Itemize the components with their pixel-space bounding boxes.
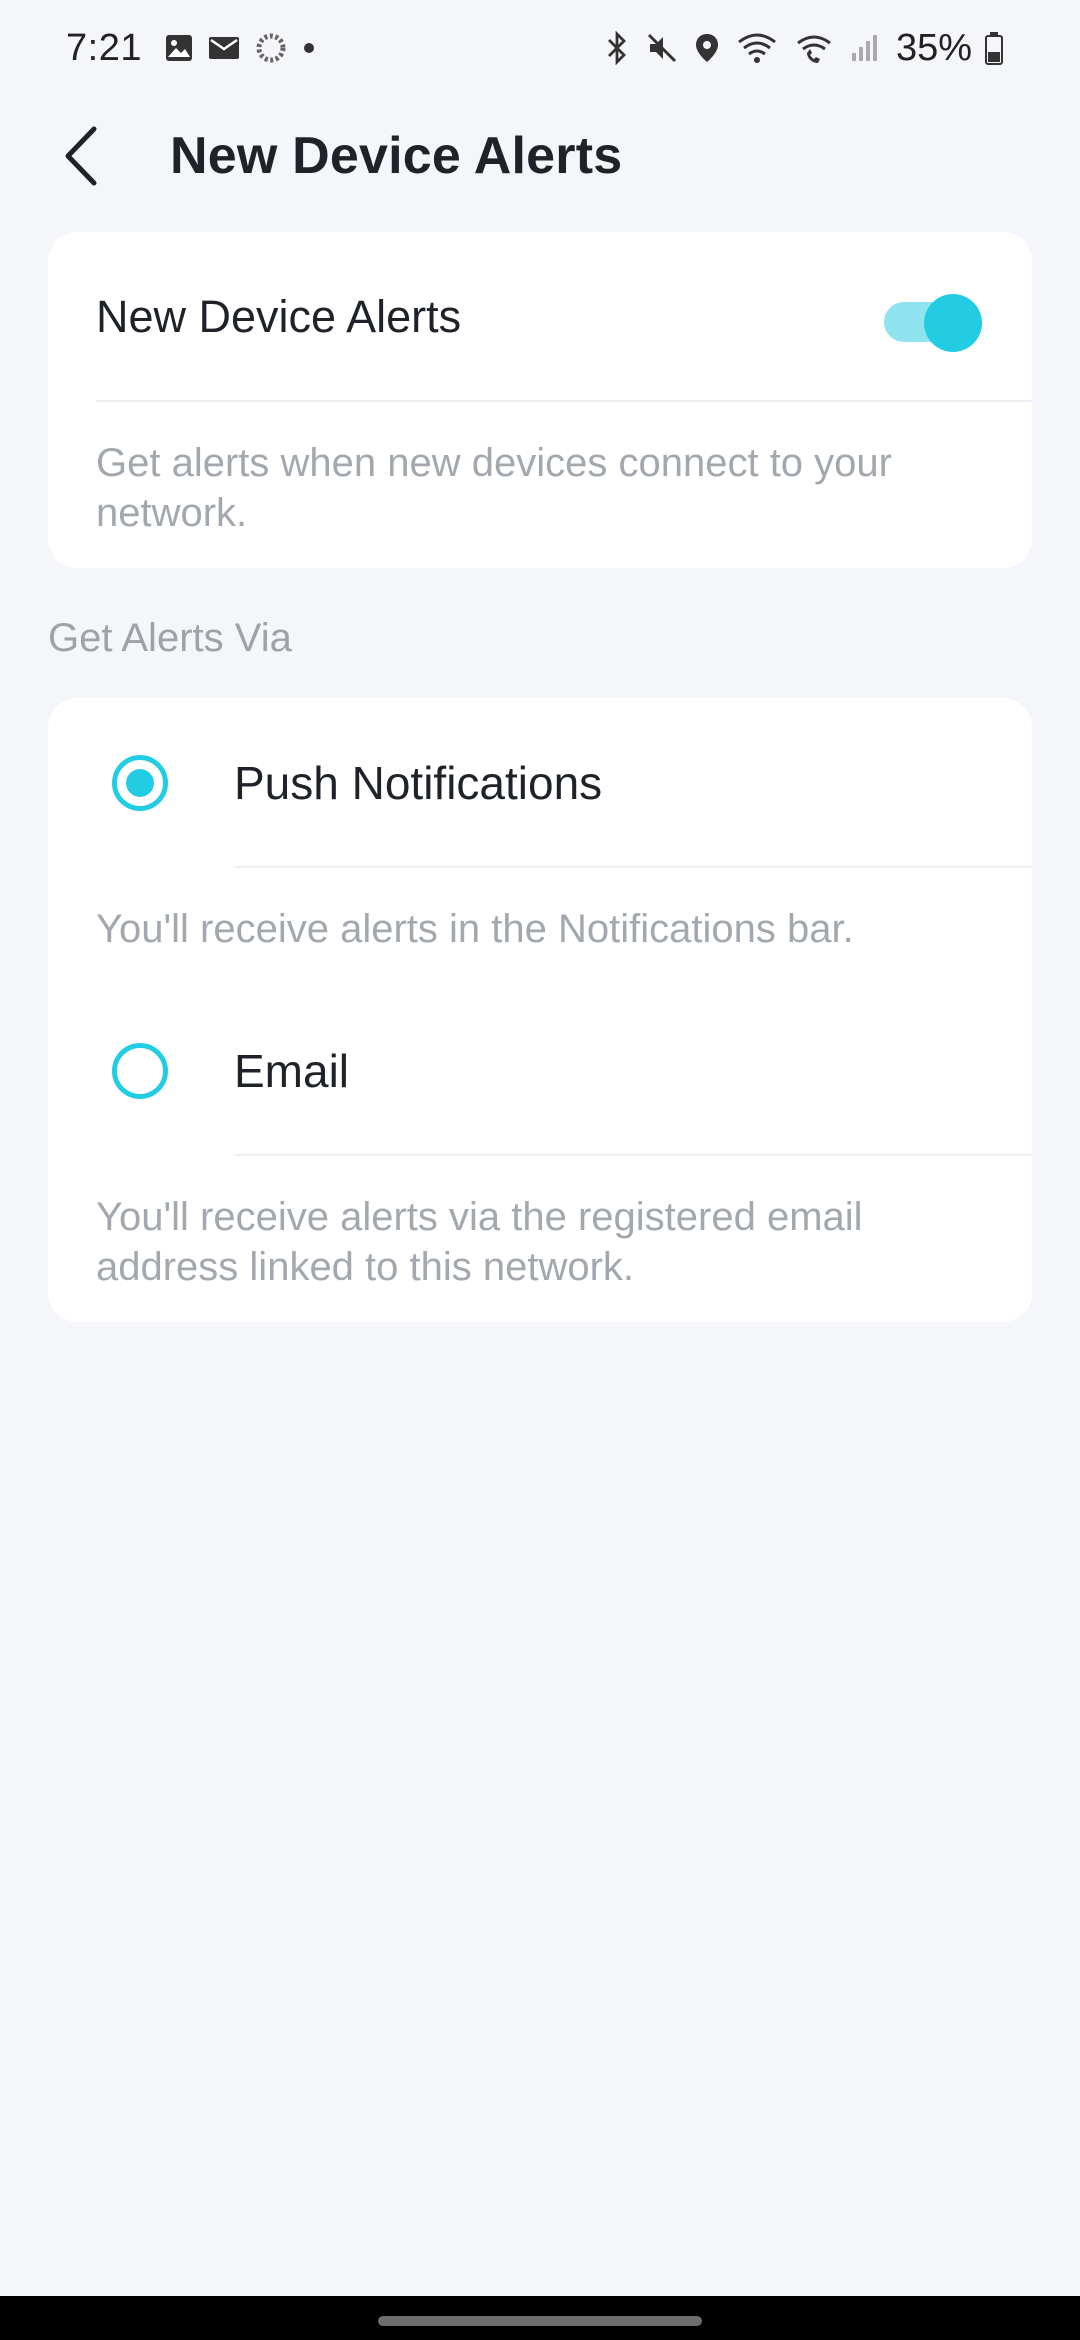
status-bar: 7:21 35% [0,0,1080,96]
new-device-alerts-description: Get alerts when new devices connect to y… [96,441,892,535]
battery-icon [984,31,1004,65]
new-device-alerts-toggle[interactable] [884,292,982,352]
page-title: New Device Alerts [170,127,623,185]
location-icon [694,32,720,64]
divider [234,1154,1032,1156]
home-indicator[interactable] [378,2316,702,2326]
header: New Device Alerts [0,110,1080,202]
new-device-alerts-card: New Device Alerts Get alerts when new de… [48,232,1032,568]
radio-selected-dot [126,769,154,797]
status-time: 7:21 [66,26,142,69]
email-description: You'll receive alerts via the registered… [96,1195,863,1289]
toggle-thumb [924,294,982,352]
push-notifications-radio[interactable] [112,755,168,811]
section-label: Get Alerts Via [48,616,292,660]
email-option[interactable]: Email [48,986,1032,1156]
signal-icon [850,33,880,63]
push-notifications-description: You'll receive alerts in the Notificatio… [96,907,854,951]
wifi-icon [736,31,778,65]
mute-icon [646,32,678,64]
divider [96,400,1032,402]
page: 7:21 35% New Device Alerts New Device Al… [0,0,1080,2340]
wifi-calling-icon [794,31,834,65]
divider [234,866,1032,868]
status-right: 35% [598,27,1014,70]
status-left: 7:21 [66,27,330,70]
dot-icon [302,41,316,55]
back-button[interactable] [48,122,112,190]
new-device-alerts-label: New Device Alerts [96,291,462,342]
navigation-bar [0,2296,1080,2340]
mail-icon [208,35,240,61]
bluetooth-icon [604,31,630,65]
gallery-icon [164,33,194,63]
get-alerts-via-card: Push Notifications You'll receive alerts… [48,698,1032,1322]
email-label: Email [234,1045,350,1097]
push-notifications-label: Push Notifications [234,757,603,809]
sync-icon [254,31,288,65]
push-notifications-option[interactable]: Push Notifications [48,698,1032,868]
battery-percent: 35% [895,26,972,69]
email-radio[interactable] [112,1043,168,1099]
chevron-left-icon [65,126,97,186]
